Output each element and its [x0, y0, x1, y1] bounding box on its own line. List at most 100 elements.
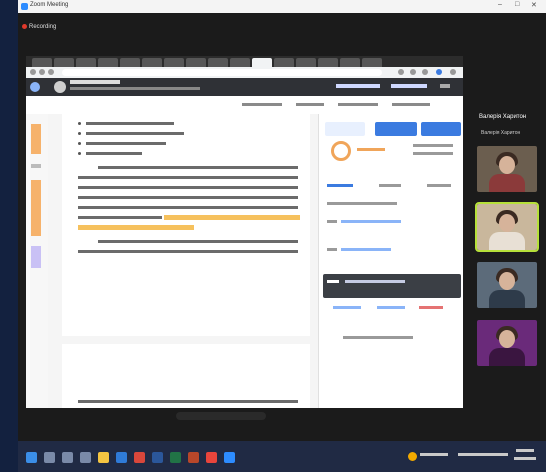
browser-tab[interactable] — [98, 58, 118, 67]
score-ring — [331, 141, 351, 161]
address-bar[interactable] — [62, 69, 382, 76]
close-icon[interactable]: ✕ — [531, 1, 537, 9]
participant-video[interactable] — [477, 320, 537, 366]
browser-tab[interactable] — [54, 58, 74, 67]
suggestion-text — [345, 280, 405, 283]
minimize-icon[interactable]: – — [498, 1, 502, 8]
maximize-icon[interactable]: □ — [515, 1, 519, 8]
sidebar-marker[interactable] — [31, 246, 41, 268]
extension-icon[interactable] — [410, 69, 416, 75]
clock-time[interactable] — [516, 449, 534, 452]
header-action[interactable] — [336, 84, 380, 88]
excel-icon[interactable] — [170, 452, 181, 463]
widgets-icon[interactable] — [80, 452, 91, 463]
browser-tab[interactable] — [230, 58, 250, 67]
weather-icon[interactable] — [408, 452, 417, 461]
participant-figure — [489, 232, 525, 250]
review-panel — [318, 114, 463, 408]
participant-video[interactable] — [477, 262, 537, 308]
chrome-icon[interactable] — [206, 452, 217, 463]
participant-video-active[interactable] — [475, 202, 539, 252]
header-action[interactable] — [391, 84, 427, 88]
document-subtitle — [70, 87, 200, 90]
highlighted-text[interactable] — [164, 215, 300, 220]
panel-row[interactable] — [327, 248, 337, 251]
participant-figure — [499, 272, 515, 290]
clock-date[interactable] — [514, 457, 536, 460]
recording-indicator[interactable]: Recording — [22, 24, 56, 30]
panel-row[interactable] — [327, 220, 337, 223]
recording-label: Recording — [29, 24, 57, 31]
browser-tab[interactable] — [318, 58, 338, 67]
sidebar-marker[interactable] — [31, 124, 41, 154]
text-line — [98, 240, 298, 243]
panel-tab[interactable] — [375, 122, 417, 136]
extension-icon[interactable] — [422, 69, 428, 75]
browser-tab[interactable] — [340, 58, 360, 67]
text-line — [78, 186, 298, 189]
taskview-icon[interactable] — [62, 452, 73, 463]
participants-panel: Валерія Харитон Валерія Харитон — [463, 108, 546, 441]
browser-tab[interactable] — [274, 58, 294, 67]
app-icon[interactable] — [134, 452, 145, 463]
panel-tab[interactable] — [421, 122, 461, 136]
zoom-taskbar-icon[interactable] — [224, 452, 235, 463]
browser-tab-active[interactable] — [252, 58, 272, 67]
participant-figure — [499, 156, 515, 174]
browser-tab[interactable] — [142, 58, 162, 67]
toolbar-item[interactable] — [338, 103, 378, 106]
panel-subtab[interactable] — [327, 184, 353, 187]
document-page — [62, 114, 310, 336]
dismiss-option[interactable] — [419, 306, 443, 309]
explorer-icon[interactable] — [98, 452, 109, 463]
panel-row[interactable] — [327, 202, 397, 205]
highlighted-text[interactable] — [78, 225, 194, 230]
toolbar-item[interactable] — [392, 103, 430, 106]
reload-icon[interactable] — [48, 69, 54, 75]
powerpoint-icon[interactable] — [188, 452, 199, 463]
browser-tab[interactable] — [296, 58, 316, 67]
panel-row[interactable] — [341, 220, 401, 223]
document-toolbar — [26, 96, 463, 115]
participant-video[interactable] — [477, 146, 537, 192]
text-line — [78, 400, 298, 403]
selected-suggestion[interactable] — [323, 274, 461, 298]
suggestion-option[interactable] — [333, 306, 361, 309]
app-logo[interactable] — [30, 82, 40, 92]
browser-tab[interactable] — [120, 58, 140, 67]
browser-tab[interactable] — [208, 58, 228, 67]
panel-subtab[interactable] — [379, 184, 401, 187]
screen-share-control[interactable] — [176, 412, 266, 420]
text-line — [98, 166, 298, 169]
avatar — [54, 81, 66, 93]
suggestion-option[interactable] — [377, 306, 405, 309]
edge-icon[interactable] — [116, 452, 127, 463]
browser-tab[interactable] — [76, 58, 96, 67]
taskbar — [18, 441, 546, 472]
browser-tab[interactable] — [164, 58, 184, 67]
sidebar-marker[interactable] — [31, 180, 41, 236]
sidebar-marker[interactable] — [31, 164, 41, 168]
profile-icon[interactable] — [436, 69, 442, 75]
extension-icon[interactable] — [398, 69, 404, 75]
browser-tab[interactable] — [186, 58, 206, 67]
back-icon[interactable] — [30, 69, 36, 75]
bullet — [78, 142, 81, 145]
forward-icon[interactable] — [39, 69, 45, 75]
panel-row[interactable] — [343, 336, 413, 339]
panel-row[interactable] — [341, 248, 391, 251]
windows-start-icon[interactable] — [26, 452, 37, 463]
panel-tab[interactable] — [325, 122, 365, 136]
panel-subtab[interactable] — [427, 184, 451, 187]
search-icon[interactable] — [44, 452, 55, 463]
toolbar-item[interactable] — [242, 103, 282, 106]
browser-tab[interactable] — [362, 58, 382, 67]
toolbar-item[interactable] — [296, 103, 324, 106]
word-icon[interactable] — [152, 452, 163, 463]
browser-tab[interactable] — [32, 58, 52, 67]
text-line — [78, 250, 298, 253]
menu-icon[interactable] — [450, 69, 456, 75]
more-icon[interactable] — [440, 84, 450, 88]
system-tray[interactable] — [458, 453, 508, 456]
zoom-titlebar: Zoom Meeting – □ ✕ — [18, 0, 546, 13]
